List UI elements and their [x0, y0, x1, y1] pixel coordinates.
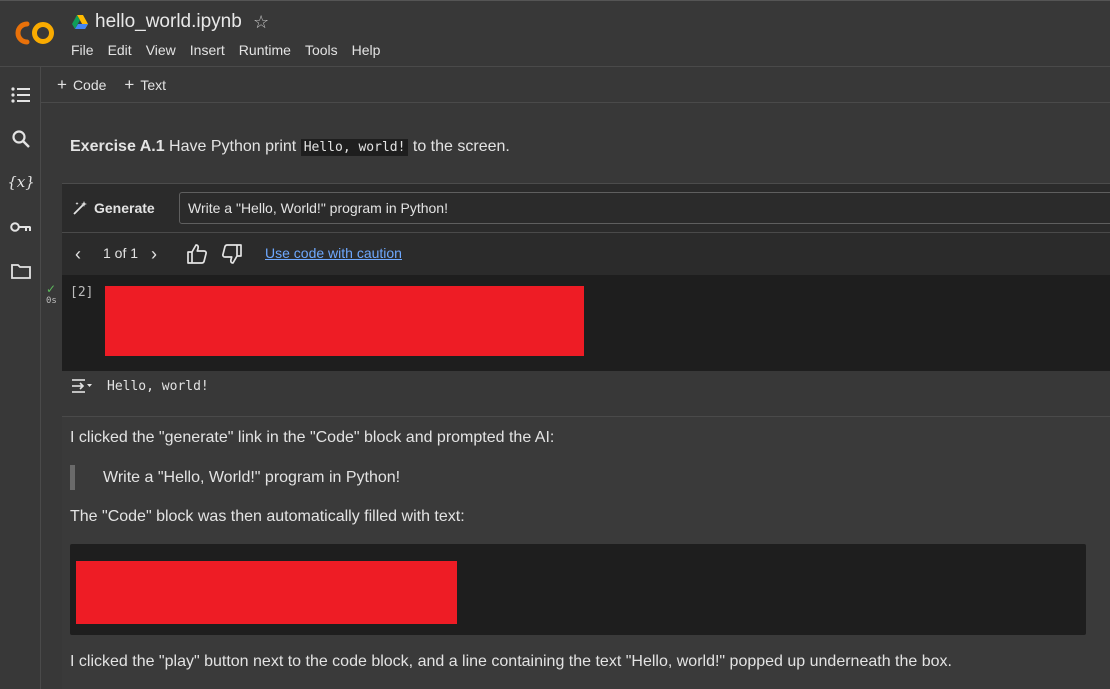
generate-button[interactable]: Generate: [72, 200, 155, 216]
exercise-text: Exercise A.1 Have Python print Hello, wo…: [70, 138, 510, 156]
generate-row: Generate: [62, 184, 1110, 233]
plus-icon: +: [57, 74, 67, 94]
menu-edit[interactable]: Edit: [101, 42, 139, 58]
notebook-toolbar: + Code + Text: [41, 67, 1110, 103]
add-code-cell-button[interactable]: + Code: [57, 74, 107, 94]
blockquote-bar: [70, 465, 75, 490]
exercise-text-before: Have Python print: [169, 138, 297, 155]
thumb-up-icon[interactable]: [185, 242, 209, 266]
menu-help[interactable]: Help: [345, 42, 388, 58]
text-paragraph-3: I clicked the "play" button next to the …: [70, 653, 952, 670]
output-toggle-icon[interactable]: [71, 378, 93, 394]
text-paragraph-2: The "Code" block was then automatically …: [70, 508, 465, 525]
app-header: hello_world.ipynb ☆ File Edit View Inser…: [0, 0, 1110, 67]
plus-icon: +: [124, 74, 135, 94]
left-sidebar: {x}: [0, 67, 41, 689]
table-of-contents-icon[interactable]: [10, 84, 32, 106]
menu-runtime[interactable]: Runtime: [232, 42, 298, 58]
magic-wand-icon: [73, 201, 87, 215]
code-cell[interactable]: Generate ‹ 1 of 1 › Use code with cautio…: [62, 183, 1110, 371]
add-text-cell-button[interactable]: + Text: [124, 74, 167, 94]
files-folder-icon[interactable]: [10, 260, 32, 282]
menu-tools[interactable]: Tools: [298, 42, 345, 58]
menu-insert[interactable]: Insert: [183, 42, 232, 58]
generate-label: Generate: [94, 200, 155, 216]
exercise-text-after: to the screen.: [412, 138, 510, 155]
add-text-label: Text: [140, 76, 167, 93]
thumb-down-icon[interactable]: [220, 242, 244, 266]
generate-prompt-input[interactable]: [179, 192, 1110, 224]
cell-output: Hello, world!: [107, 379, 209, 394]
generate-feedback-row: ‹ 1 of 1 › Use code with caution: [62, 233, 1110, 275]
checkmark-icon: ✓: [46, 282, 57, 296]
chevron-right-icon[interactable]: ›: [151, 244, 157, 265]
text-paragraph-1: I clicked the "generate" link in the "Co…: [70, 429, 555, 446]
star-icon[interactable]: ☆: [253, 12, 269, 33]
execution-count: [2]: [70, 285, 94, 300]
blockquote-text: Write a "Hello, World!" program in Pytho…: [103, 469, 401, 486]
search-icon[interactable]: [10, 128, 32, 150]
run-time: 0s: [46, 296, 57, 306]
exercise-label: Exercise A.1: [70, 138, 165, 155]
pager-text: 1 of 1: [103, 245, 139, 261]
notebook-title[interactable]: hello_world.ipynb: [95, 11, 242, 33]
add-code-label: Code: [72, 76, 107, 93]
redacted-code: [105, 286, 584, 356]
menu-file[interactable]: File: [64, 42, 101, 58]
redacted-code-block: [76, 561, 457, 624]
google-drive-icon[interactable]: [72, 15, 88, 29]
code-editor[interactable]: [2]: [62, 275, 1110, 371]
menu-view[interactable]: View: [139, 42, 183, 58]
menu-bar: File Edit View Insert Runtime Tools Help: [64, 42, 387, 58]
exercise-inline-code: Hello, world!: [300, 139, 409, 156]
chevron-left-icon[interactable]: ‹: [75, 244, 81, 265]
use-code-with-caution-link[interactable]: Use code with caution: [265, 245, 402, 261]
secrets-key-icon[interactable]: [10, 216, 32, 238]
variables-icon[interactable]: {x}: [7, 171, 35, 193]
colab-logo-icon[interactable]: [13, 19, 57, 47]
